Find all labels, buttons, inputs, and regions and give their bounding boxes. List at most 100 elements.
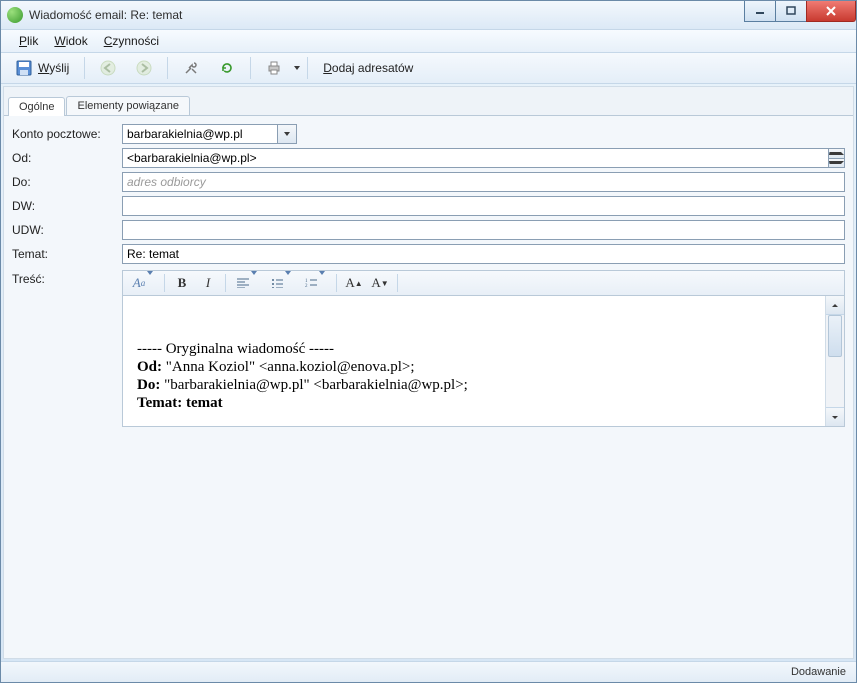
printer-icon bbox=[266, 60, 282, 76]
label-bcc: UDW: bbox=[12, 223, 112, 237]
add-recipients-button[interactable]: Dodaj adresatów bbox=[314, 55, 422, 81]
refresh-button[interactable] bbox=[210, 55, 244, 81]
nav-back-button[interactable] bbox=[91, 55, 125, 81]
font-increase-button[interactable]: A▲ bbox=[342, 272, 366, 294]
form-grid: Konto pocztowe: barbarakielnia@wp.pl Od:… bbox=[12, 124, 845, 427]
statusbar: Dodawanie bbox=[1, 661, 856, 682]
menu-widok-rest: idok bbox=[66, 34, 88, 48]
chevron-down-icon bbox=[284, 132, 290, 136]
body-pane: Ogólne Elementy powiązane Konto pocztowe… bbox=[3, 86, 854, 659]
chevron-down-icon bbox=[319, 271, 325, 290]
titlebar: Wiadomość email: Re: temat bbox=[1, 1, 856, 30]
italic-button[interactable]: I bbox=[196, 272, 220, 294]
font-decrease-button[interactable]: A▼ bbox=[368, 272, 392, 294]
cc-field-wrapper bbox=[122, 196, 845, 216]
quote-to-value: "barbarakielnia@wp.pl" <barbarakielnia@w… bbox=[160, 377, 468, 393]
quote-from-value: "Anna Koziol" <anna.koziol@enova.pl>; bbox=[162, 359, 415, 375]
chevron-up-icon bbox=[832, 304, 838, 307]
cell-account: barbarakielnia@wp.pl bbox=[122, 124, 845, 144]
cc-input[interactable] bbox=[127, 199, 840, 213]
tools-button[interactable] bbox=[174, 55, 208, 81]
label-to: Do: bbox=[12, 175, 112, 189]
close-icon bbox=[825, 6, 837, 16]
chevron-up-icon bbox=[829, 152, 844, 155]
menu-czynnosci-rest: zynności bbox=[112, 34, 159, 48]
close-button[interactable] bbox=[806, 1, 856, 22]
window-buttons bbox=[745, 1, 856, 21]
from-field[interactable]: <barbarakielnia@wp.pl> bbox=[122, 148, 845, 168]
minimize-button[interactable] bbox=[744, 1, 776, 22]
rt-sep-1 bbox=[164, 274, 165, 292]
save-disk-icon bbox=[16, 60, 32, 76]
scroll-thumb[interactable] bbox=[828, 315, 842, 357]
subject-field-wrapper bbox=[122, 244, 845, 264]
minimize-icon bbox=[755, 6, 765, 16]
to-field-wrapper bbox=[122, 172, 845, 192]
from-spin-up[interactable] bbox=[828, 149, 844, 158]
quote-from-label: Od: bbox=[137, 359, 162, 375]
maximize-button[interactable] bbox=[775, 1, 807, 22]
quote-from-line: Od: "Anna Koziol" <anna.koziol@enova.pl>… bbox=[137, 358, 811, 376]
scroll-down-button[interactable] bbox=[826, 407, 844, 426]
from-spin-down[interactable] bbox=[828, 158, 844, 168]
app-icon bbox=[7, 7, 23, 23]
send-button[interactable]: Wyślij bbox=[7, 55, 78, 81]
arrow-left-icon bbox=[100, 60, 116, 76]
align-button[interactable] bbox=[231, 272, 263, 294]
toolbar-sep-1 bbox=[84, 57, 85, 79]
menu-czynnosci[interactable]: Czynności bbox=[96, 32, 167, 50]
label-from: Od: bbox=[12, 151, 112, 165]
label-account: Konto pocztowe: bbox=[12, 127, 112, 141]
chevron-down-icon bbox=[285, 271, 291, 290]
menu-plik[interactable]: Plik bbox=[11, 32, 46, 50]
vertical-scrollbar[interactable] bbox=[825, 296, 844, 426]
menu-widok[interactable]: Widok bbox=[46, 32, 95, 50]
subject-input[interactable] bbox=[127, 247, 840, 261]
tab-general[interactable]: Ogólne bbox=[8, 97, 65, 116]
chevron-down-icon bbox=[147, 271, 153, 290]
list-bullets-icon bbox=[271, 278, 283, 288]
rt-sep-4 bbox=[397, 274, 398, 292]
chevron-down-icon bbox=[832, 416, 838, 419]
quote-subject-label: Temat: temat bbox=[137, 395, 223, 411]
toolbar-sep-2 bbox=[167, 57, 168, 79]
rt-sep-2 bbox=[225, 274, 226, 292]
maximize-icon bbox=[786, 6, 796, 16]
font-style-button[interactable]: Aa bbox=[127, 272, 159, 294]
account-drop-button[interactable] bbox=[277, 125, 296, 143]
chevron-down-icon bbox=[251, 271, 257, 290]
richtext-toolbar: Aa B I 12 bbox=[122, 270, 845, 296]
add-recipients-label: Dodaj adresatów bbox=[323, 61, 413, 75]
toolbar-sep-3 bbox=[250, 57, 251, 79]
tab-page-general: Konto pocztowe: barbarakielnia@wp.pl Od:… bbox=[4, 115, 853, 658]
richtext-wrap: Aa B I 12 bbox=[122, 270, 845, 427]
list-numbered-icon: 12 bbox=[305, 278, 317, 288]
send-button-label: Wyślij bbox=[38, 61, 69, 75]
print-dropdown[interactable] bbox=[293, 56, 301, 80]
rt-sep-3 bbox=[336, 274, 337, 292]
editor-body[interactable]: ----- Oryginalna wiadomość ----- Od: "An… bbox=[123, 296, 825, 426]
print-button[interactable] bbox=[257, 55, 291, 81]
chevron-down-icon bbox=[829, 161, 844, 164]
account-combo[interactable]: barbarakielnia@wp.pl bbox=[122, 124, 297, 144]
scroll-track[interactable] bbox=[826, 357, 844, 407]
account-value: barbarakielnia@wp.pl bbox=[127, 127, 243, 141]
scroll-up-button[interactable] bbox=[826, 296, 844, 315]
refresh-icon bbox=[219, 60, 235, 76]
nav-forward-button[interactable] bbox=[127, 55, 161, 81]
bcc-field-wrapper bbox=[122, 220, 845, 240]
list-bullets-button[interactable] bbox=[265, 272, 297, 294]
quote-to-line: Do: "barbarakielnia@wp.pl" <barbarakieln… bbox=[137, 376, 811, 394]
arrow-right-icon bbox=[136, 60, 152, 76]
bold-button[interactable]: B bbox=[170, 272, 194, 294]
to-input[interactable] bbox=[127, 175, 840, 189]
editor-area: ----- Oryginalna wiadomość ----- Od: "An… bbox=[122, 296, 845, 427]
window-title: Wiadomość email: Re: temat bbox=[29, 8, 182, 22]
bcc-input[interactable] bbox=[127, 223, 840, 237]
tab-related[interactable]: Elementy powiązane bbox=[66, 96, 190, 115]
menu-plik-rest: lik bbox=[27, 34, 38, 48]
quote-subject-line: Temat: temat bbox=[137, 394, 811, 412]
toolbar-sep-4 bbox=[307, 57, 308, 79]
chevron-down-icon bbox=[294, 66, 300, 70]
list-numbered-button[interactable]: 12 bbox=[299, 272, 331, 294]
